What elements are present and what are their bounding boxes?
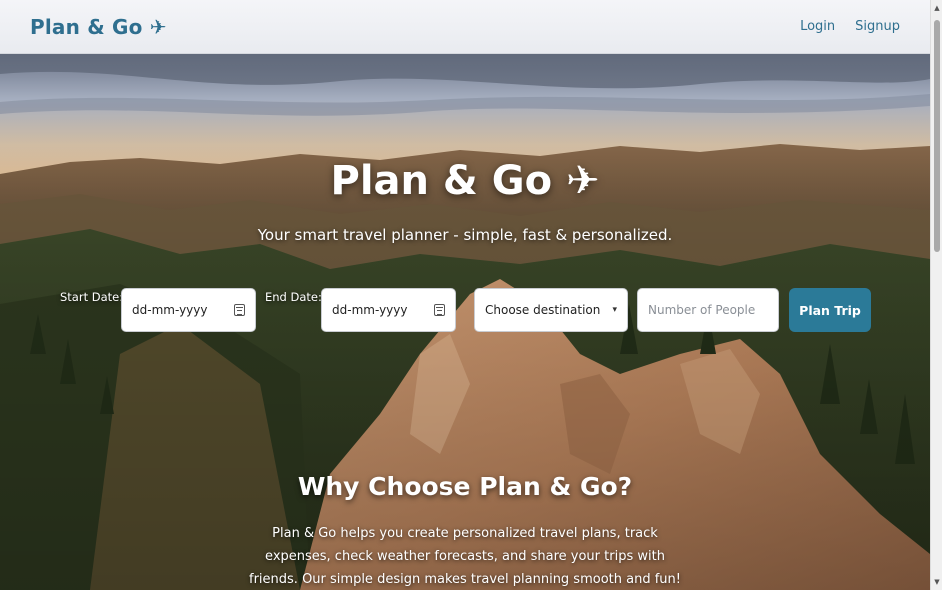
people-input[interactable]: Number of People [637,288,779,332]
signup-link[interactable]: Signup [855,19,900,34]
destination-select[interactable]: Choose destination ▾ [474,288,628,332]
end-date-value: dd-mm-yyyy [332,303,408,317]
calendar-icon[interactable] [434,304,445,316]
calendar-icon[interactable] [234,304,245,316]
end-date-label: End Date: [265,290,322,304]
navbar: Plan & Go ✈ Login Signup [0,0,930,54]
brand-logo[interactable]: Plan & Go ✈ [30,15,167,39]
hero-title: Plan & Go ✈ [330,158,600,204]
why-title: Why Choose Plan & Go? [297,472,633,501]
chevron-down-icon: ▾ [612,305,617,315]
end-date-input[interactable]: dd-mm-yyyy [321,288,456,332]
plan-trip-button[interactable]: Plan Trip [789,288,871,332]
scroll-down-icon[interactable]: ▼ [933,578,941,586]
hero-subtitle: Your smart travel planner - simple, fast… [257,226,673,244]
scrollbar-thumb[interactable] [934,20,940,252]
vertical-scrollbar[interactable]: ▲ ▼ [930,0,942,590]
nav-links: Login Signup [800,19,900,34]
people-placeholder: Number of People [648,303,756,317]
scroll-up-icon[interactable]: ▲ [933,4,941,12]
why-text: Plan & Go helps you create personalized … [249,526,681,587]
start-date-input[interactable]: dd-mm-yyyy [121,288,256,332]
hero-section: Plan & Go ✈ Your smart travel planner - … [0,54,930,590]
login-link[interactable]: Login [800,19,835,34]
destination-value: Choose destination [485,303,601,317]
start-date-label: Start Date: [60,290,124,304]
start-date-value: dd-mm-yyyy [132,303,208,317]
